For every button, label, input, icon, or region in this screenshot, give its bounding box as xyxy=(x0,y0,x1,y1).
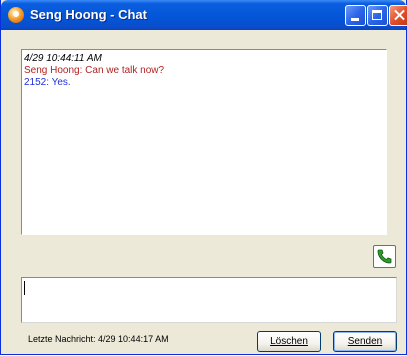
clear-button-label: Löschen xyxy=(270,336,308,347)
close-button[interactable] xyxy=(389,5,407,26)
window-title: Seng Hoong - Chat xyxy=(30,7,147,22)
text-caret xyxy=(24,281,25,295)
clear-button[interactable]: Löschen xyxy=(257,331,321,352)
app-icon xyxy=(8,7,24,23)
status-text: Letzte Nachricht: 4/29 10:44:17 AM xyxy=(28,334,169,344)
maximize-button[interactable] xyxy=(367,5,388,26)
title-bar[interactable]: Seng Hoong - Chat xyxy=(1,0,407,30)
chat-message-outgoing: 2152: Yes. xyxy=(24,77,71,88)
message-input[interactable] xyxy=(21,277,397,323)
chat-window: Seng Hoong - Chat 4/29 10:44:11 AM Seng … xyxy=(0,0,407,355)
phone-icon xyxy=(377,249,392,264)
send-button-label: Senden xyxy=(347,336,383,347)
chat-log[interactable]: 4/29 10:44:11 AM Seng Hoong: Can we talk… xyxy=(21,49,387,235)
minimize-button[interactable] xyxy=(345,5,366,26)
call-button[interactable] xyxy=(373,245,396,268)
chat-message-incoming: Seng Hoong: Can we talk now? xyxy=(24,65,165,76)
send-button[interactable]: Senden xyxy=(333,331,397,352)
chat-timestamp: 4/29 10:44:11 AM xyxy=(24,53,102,64)
